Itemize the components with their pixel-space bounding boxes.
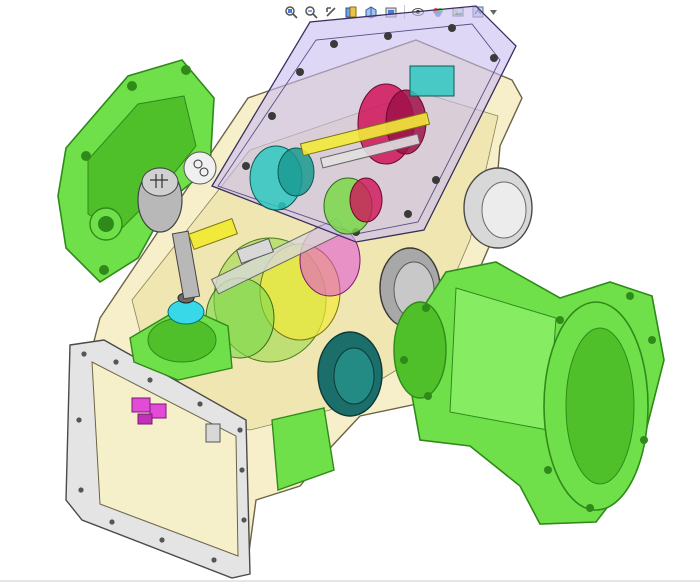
output-flange-bore xyxy=(565,327,635,485)
left-cover-bore xyxy=(98,216,114,232)
gearbox-assembly-model[interactable] xyxy=(0,0,700,582)
graphics-viewport[interactable] xyxy=(0,0,700,582)
output-flange-inner xyxy=(393,301,447,399)
dark-teal-cap-center xyxy=(333,347,375,405)
bottom-green-cover xyxy=(271,407,335,491)
right-bearing-cap-center xyxy=(481,181,527,239)
